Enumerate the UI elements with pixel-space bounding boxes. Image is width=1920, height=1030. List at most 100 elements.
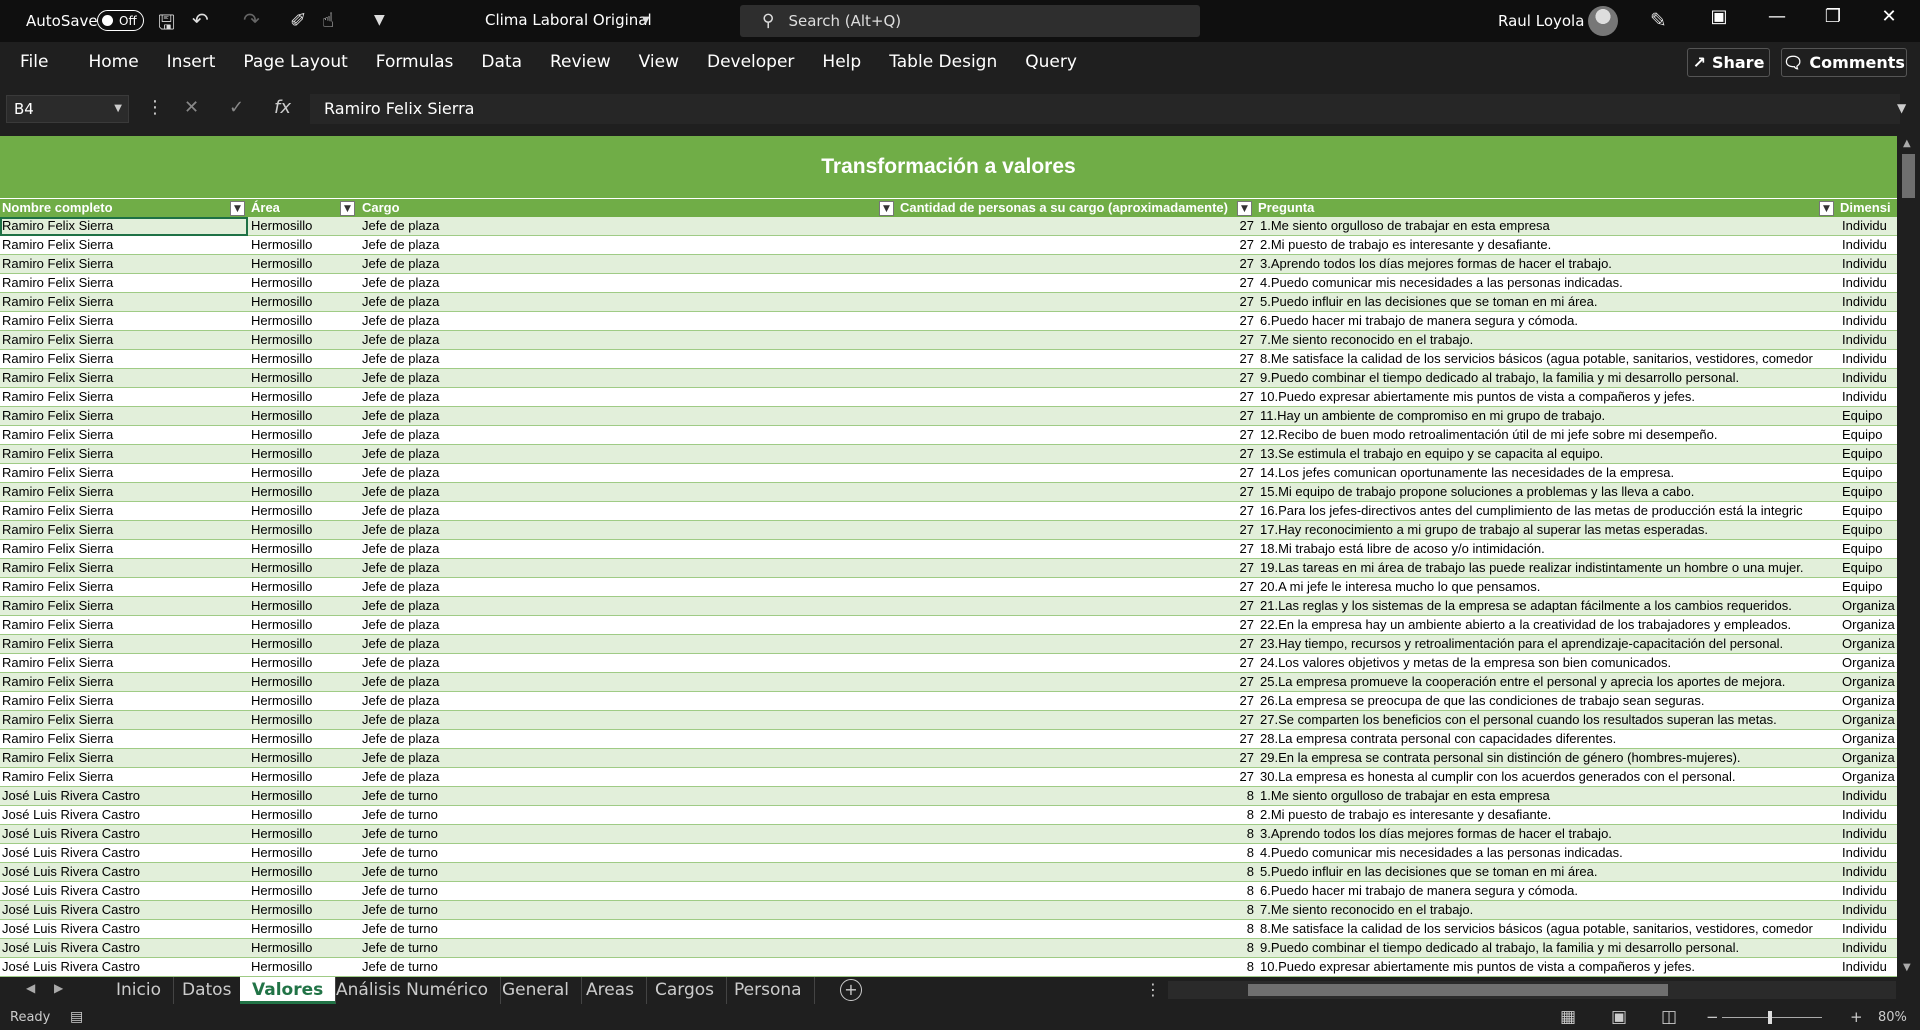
cell-pregunta[interactable]: 9.Puedo combinar el tiempo dedicado al t… [1260,369,1840,387]
zoom-out-icon[interactable]: − [1706,1008,1719,1026]
cell-cargo[interactable]: Jefe de plaza [362,331,862,349]
scroll-up-icon[interactable]: ▲ [1903,138,1911,149]
cell-area[interactable]: Hermosillo [251,236,351,254]
cell-pregunta[interactable]: 24.Los valores objetivos y metas de la e… [1260,654,1840,672]
cell-cantidad[interactable]: 27 [1214,502,1254,520]
cell-cargo[interactable]: Jefe de plaza [362,730,862,748]
cell-dimension[interactable]: Individu [1842,255,1897,273]
zoom-slider-thumb[interactable] [1768,1011,1772,1024]
cell-pregunta[interactable]: 5.Puedo influir en las decisiones que se… [1260,863,1840,881]
filter-dropdown-icon[interactable]: ▼ [1819,201,1834,216]
cell-cantidad[interactable]: 27 [1214,369,1254,387]
cell-area[interactable]: Hermosillo [251,540,351,558]
tab-analisis-numerico[interactable]: Análisis Numérico [324,977,502,1004]
accessibility-icon[interactable]: ▤ [70,1009,83,1025]
format-painter-icon[interactable]: ✐ [290,8,307,32]
cell-area[interactable]: Hermosillo [251,882,351,900]
more-options-icon[interactable]: ⋮ [146,97,164,118]
cell-nombre[interactable]: Ramiro Felix Sierra [2,635,242,653]
table-row[interactable]: Ramiro Felix Sierra Hermosillo Jefe de pla… [0,255,1897,274]
cell-dimension[interactable]: Individu [1842,958,1897,976]
cell-cantidad[interactable]: 27 [1214,578,1254,596]
cell-cargo[interactable]: Jefe de plaza [362,426,862,444]
cell-pregunta[interactable]: 6.Puedo hacer mi trabajo de manera segur… [1260,312,1840,330]
header-nombre[interactable]: Nombre completo [0,199,245,217]
cell-dimension[interactable]: Equipo [1842,407,1897,425]
cell-nombre[interactable]: Ramiro Felix Sierra [2,711,242,729]
cell-area[interactable]: Hermosillo [251,255,351,273]
cell-cargo[interactable]: Jefe de plaza [362,312,862,330]
cell-pregunta[interactable]: 3.Aprendo todos los días mejores formas … [1260,825,1840,843]
cell-area[interactable]: Hermosillo [251,711,351,729]
table-row[interactable]: José Luis Rivera Castro Hermosillo Jefe de… [0,787,1897,806]
table-row[interactable]: José Luis Rivera Castro Hermosillo Jefe de… [0,806,1897,825]
table-row[interactable]: Ramiro Felix Sierra Hermosillo Jefe de pla… [0,350,1897,369]
cell-cargo[interactable]: Jefe de turno [362,787,862,805]
cell-dimension[interactable]: Individu [1842,274,1897,292]
next-sheet-icon[interactable]: ▶ [54,981,63,995]
cell-pregunta[interactable]: 5.Puedo influir en las decisiones que se… [1260,293,1840,311]
cell-cantidad[interactable]: 27 [1214,540,1254,558]
cell-dimension[interactable]: Individu [1842,331,1897,349]
cell-dimension[interactable]: Individu [1842,236,1897,254]
cell-dimension[interactable]: Organiza [1842,597,1897,615]
cell-pregunta[interactable]: 4.Puedo comunicar mis necesidades a las … [1260,844,1840,862]
cell-dimension[interactable]: Individu [1842,939,1897,957]
cell-pregunta[interactable]: 30.La empresa es honesta al cumplir con … [1260,768,1840,786]
cell-area[interactable]: Hermosillo [251,578,351,596]
comments-button[interactable]: 🗨 Comments [1781,48,1907,77]
cell-pregunta[interactable]: 1.Me siento orgulloso de trabajar en est… [1260,787,1840,805]
cell-pregunta[interactable]: 4.Puedo comunicar mis necesidades a las … [1260,274,1840,292]
table-row[interactable]: Ramiro Felix Sierra Hermosillo Jefe de pla… [0,673,1897,692]
cell-cantidad[interactable]: 8 [1214,825,1254,843]
cell-pregunta[interactable]: 16.Para los jefes-directivos antes del c… [1260,502,1840,520]
cell-cantidad[interactable]: 27 [1214,768,1254,786]
table-row[interactable]: Ramiro Felix Sierra Hermosillo Jefe de pla… [0,369,1897,388]
table-row[interactable]: Ramiro Felix Sierra Hermosillo Jefe de pla… [0,312,1897,331]
cell-cantidad[interactable]: 8 [1214,920,1254,938]
cell-pregunta[interactable]: 13.Se estimula el trabajo en equipo y se… [1260,445,1840,463]
cell-nombre[interactable]: Ramiro Felix Sierra [2,540,242,558]
cell-nombre[interactable]: Ramiro Felix Sierra [2,483,242,501]
cell-pregunta[interactable]: 19.Las tareas en mi área de trabajo las … [1260,559,1840,577]
cell-pregunta[interactable]: 10.Puedo expresar abiertamente mis punto… [1260,388,1840,406]
menu-help[interactable]: Help [808,42,875,83]
tab-areas[interactable]: Areas [574,977,647,1004]
cell-nombre[interactable]: Ramiro Felix Sierra [2,293,242,311]
cell-cargo[interactable]: Jefe de plaza [362,274,862,292]
cell-cantidad[interactable]: 8 [1214,806,1254,824]
cell-cargo[interactable]: Jefe de plaza [362,559,862,577]
menu-developer[interactable]: Developer [693,42,808,83]
cell-dimension[interactable]: Equipo [1842,559,1897,577]
table-row[interactable]: Ramiro Felix Sierra Hermosillo Jefe de pla… [0,445,1897,464]
redo-icon[interactable]: ↷ [243,8,260,32]
cell-area[interactable]: Hermosillo [251,730,351,748]
cell-cantidad[interactable]: 27 [1214,445,1254,463]
cell-nombre[interactable]: Ramiro Felix Sierra [2,369,242,387]
cell-area[interactable]: Hermosillo [251,806,351,824]
cell-cargo[interactable]: Jefe de plaza [362,635,862,653]
cell-cargo[interactable]: Jefe de plaza [362,388,862,406]
header-dimension[interactable]: Dimensi [1838,199,1897,217]
cell-cargo[interactable]: Jefe de plaza [362,464,862,482]
cell-dimension[interactable]: Equipo [1842,521,1897,539]
cell-dimension[interactable]: Organiza [1842,654,1897,672]
table-row[interactable]: Ramiro Felix Sierra Hermosillo Jefe de pla… [0,597,1897,616]
cell-area[interactable]: Hermosillo [251,958,351,976]
cancel-icon[interactable]: ✕ [184,97,199,118]
table-row[interactable]: José Luis Rivera Castro Hermosillo Jefe de… [0,825,1897,844]
formula-input[interactable]: Ramiro Felix Sierra [310,94,1900,124]
cell-pregunta[interactable]: 8.Me satisface la calidad de los servici… [1260,920,1840,938]
table-row[interactable]: Ramiro Felix Sierra Hermosillo Jefe de pla… [0,616,1897,635]
cell-cargo[interactable]: Jefe de plaza [362,749,862,767]
cell-pregunta[interactable]: 1.Me siento orgulloso de trabajar en est… [1260,217,1840,235]
tab-cargos[interactable]: Cargos [643,977,728,1004]
worksheet-grid[interactable]: Transformación a valores Nombre completo… [0,136,1897,977]
cell-area[interactable]: Hermosillo [251,825,351,843]
cell-dimension[interactable]: Organiza [1842,635,1897,653]
cell-pregunta[interactable]: 6.Puedo hacer mi trabajo de manera segur… [1260,882,1840,900]
cell-cargo[interactable]: Jefe de plaza [362,483,862,501]
cell-dimension[interactable]: Individu [1842,369,1897,387]
cell-nombre[interactable]: José Luis Rivera Castro [2,806,242,824]
cell-nombre[interactable]: José Luis Rivera Castro [2,844,242,862]
